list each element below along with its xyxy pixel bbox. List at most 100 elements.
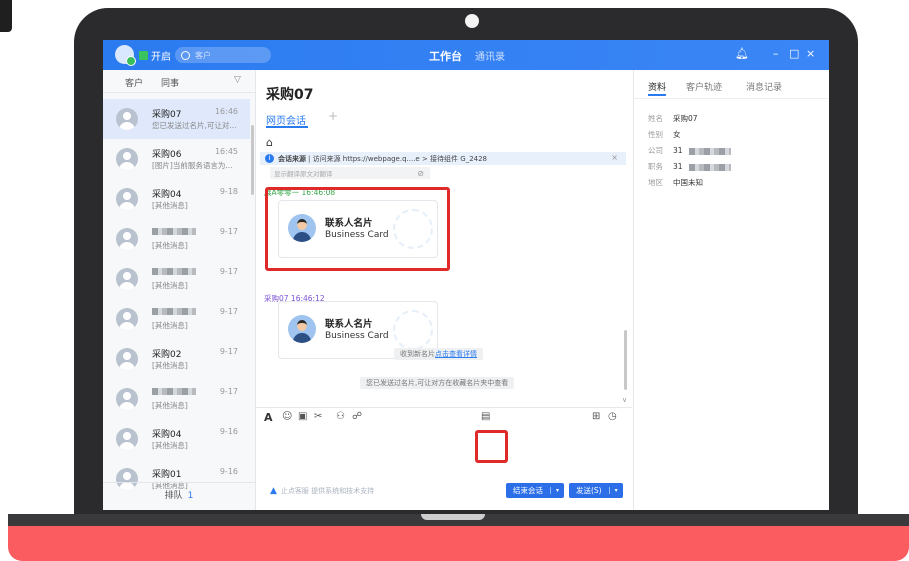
powered-by-note: ▲ 止点客服 提供系统和技术支持 [270, 486, 374, 496]
customer-avatar [116, 428, 138, 450]
close-button[interactable]: × [806, 47, 815, 60]
search-icon [181, 50, 190, 60]
scissors-icon[interactable]: ✂ [314, 411, 322, 422]
field-gender: 性别 女 [648, 129, 681, 140]
business-card-icon[interactable]: ▤ [481, 411, 490, 422]
tab-profile[interactable]: 资料 [648, 80, 666, 93]
translate-bar[interactable]: 显示翻译原文对翻译 ⊘ [270, 167, 430, 179]
camera-icon [465, 14, 479, 28]
conversation-preview: [其他消息] [152, 361, 188, 370]
customer-avatar [116, 108, 138, 130]
end-session-button[interactable]: 结束会话 ▾ [506, 483, 565, 498]
status-label: 开启 [151, 52, 171, 63]
chevron-down-icon[interactable]: ▾ [608, 487, 623, 494]
conversation-time: 9-16 [219, 427, 238, 436]
field-value: 中国未知 [673, 178, 703, 187]
customer-avatar [116, 308, 138, 330]
conversation-item[interactable]: 采购04 9-18 [其他消息] [103, 179, 250, 219]
agent-avatar[interactable] [115, 45, 136, 66]
tab-message-history[interactable]: 消息记录 [746, 80, 782, 93]
maximize-button[interactable]: □ [789, 47, 799, 60]
customer-avatar [116, 148, 138, 170]
powered-by-text: 止点客服 提供系统和技术支持 [280, 487, 375, 495]
online-dot-icon [126, 56, 136, 66]
field-label: 地区 [648, 178, 663, 187]
emoji-icon[interactable]: ☺ [282, 411, 292, 422]
send-button[interactable]: 发送(S) ▾ [569, 483, 623, 498]
app-window: 开启 客户 工作台 通讯录 🔔︎ – □ × 客户 同事 ▽ 采购07 16:4… [103, 40, 829, 510]
field-company: 公司 31 [648, 145, 731, 156]
font-icon[interactable]: A [264, 411, 273, 424]
chevron-down-icon[interactable]: ▾ [550, 487, 564, 494]
conversation-time: 9-17 [219, 347, 238, 356]
field-label: 性别 [648, 130, 663, 139]
conversation-name-redacted [152, 267, 196, 277]
minimize-button[interactable]: – [773, 47, 779, 60]
conversation-item[interactable]: 采购07 16:46 您已发送过名片,可让对... [103, 99, 250, 139]
tab-web-session[interactable]: 网页会话 [266, 112, 306, 127]
scroll-down-icon[interactable]: ∨ [622, 396, 627, 404]
conversation-item[interactable]: 采购06 16:45 [图片]当前服务语言为... [103, 139, 250, 179]
queue-label: 排队 [164, 491, 183, 501]
divider [634, 98, 829, 99]
field-value: 女 [673, 130, 681, 139]
conversation-item[interactable]: 采购02 9-17 [其他消息] [103, 339, 250, 379]
conversation-item[interactable]: 采购04 9-16 [其他消息] [103, 419, 250, 459]
laptop-notch [421, 514, 485, 520]
quick-reply-icon[interactable]: ⊞ [592, 411, 600, 422]
conversation-preview: [其他消息] [152, 441, 188, 450]
queue-count: 1 [187, 491, 194, 501]
field-label: 公司 [648, 146, 663, 155]
tab-colleagues[interactable]: 同事 [161, 76, 179, 89]
conversation-name: 采购07 [152, 110, 182, 120]
corner-tab [0, 0, 12, 32]
left-scrollbar[interactable] [251, 125, 254, 195]
field-label: 职务 [648, 162, 663, 171]
conversation-time: 9-16 [219, 467, 238, 476]
conversation-time: 9-17 [219, 267, 238, 276]
conversation-item[interactable]: 9-17 [其他消息] [103, 299, 250, 339]
image-icon[interactable]: ▣ [298, 411, 307, 422]
search-input[interactable]: 客户 [175, 47, 271, 63]
history-icon[interactable]: ◷ [608, 411, 617, 422]
field-value: 31 [673, 146, 683, 155]
transfer-icon[interactable]: ⚇ [336, 411, 345, 422]
tab-customer-track[interactable]: 客户轨迹 [686, 80, 722, 93]
tab-customers[interactable]: 客户 [125, 76, 143, 89]
field-name: 姓名 采购07 [648, 113, 698, 124]
conversation-name: 采购04 [152, 430, 182, 440]
conversation-preview: [其他消息] [152, 201, 188, 210]
conversation-time: 9-17 [219, 227, 238, 236]
customer-avatar [116, 268, 138, 290]
customer-avatar [116, 388, 138, 410]
card-title: 联系人名片 [325, 319, 373, 330]
conversation-name-redacted [152, 227, 196, 237]
chat-panel: 采购07 网页会话 + ⌂ i 会话来源 | 访问来源 https://webp… [256, 70, 632, 510]
home-icon[interactable]: ⌂ [266, 136, 273, 149]
conversation-item[interactable]: 9-17 [其他消息] [103, 259, 250, 299]
status-toggle[interactable]: 开启 [139, 48, 171, 63]
card-avatar [288, 315, 316, 343]
filter-icon[interactable]: ▽ [234, 75, 241, 85]
customer-avatar [116, 348, 138, 370]
chat-title: 采购07 [266, 87, 314, 103]
customer-avatar [116, 228, 138, 250]
queue-footer[interactable]: 排队 1 [103, 482, 255, 510]
system-message-new-card: 收到新名片 点击查看详情 [394, 348, 483, 360]
translate-icon[interactable]: ⊘ [417, 169, 424, 178]
system-message-text: 收到新名片 [400, 350, 435, 358]
add-tab-button[interactable]: + [328, 109, 338, 123]
send-label: 发送(S) [576, 486, 602, 495]
conversation-preview: [其他消息] [152, 321, 188, 330]
close-icon[interactable]: × [611, 153, 618, 162]
conversation-name: 采购04 [152, 190, 182, 200]
tab-contacts[interactable]: 通讯录 [475, 48, 505, 63]
tab-workbench[interactable]: 工作台 [429, 48, 462, 64]
bell-icon[interactable]: 🔔︎ [735, 47, 749, 60]
conversation-item[interactable]: 9-17 [其他消息] [103, 379, 250, 419]
customer-info-panel: 资料 客户轨迹 消息记录 姓名 采购07 性别 女 公司 31 职务 31 地区 中国未知 [633, 70, 829, 510]
conversation-item[interactable]: 9-17 [其他消息] [103, 219, 250, 259]
chat-scrollbar[interactable] [624, 330, 627, 390]
link-icon[interactable]: ☍ [352, 411, 362, 422]
view-details-link[interactable]: 点击查看详情 [435, 349, 477, 359]
